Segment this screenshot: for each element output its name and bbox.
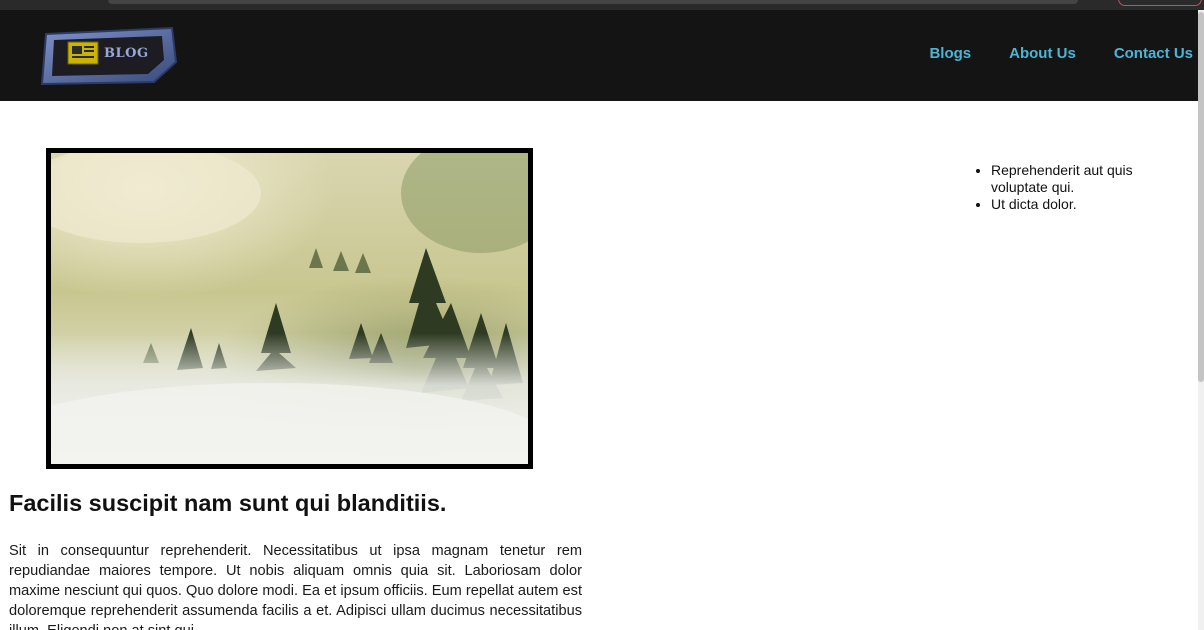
logo-text: BLOG <box>104 46 149 61</box>
main-nav: Blogs About Us Contact Us <box>929 45 1193 62</box>
post-hero-image <box>46 148 533 469</box>
profile-button[interactable] <box>1118 0 1202 6</box>
nav-contact-us-link[interactable]: Contact Us <box>1114 45 1193 62</box>
blog-logo[interactable]: BLOG <box>38 24 178 86</box>
sidebar-list-item: Reprehenderit aut quis voluptate qui. <box>991 162 1181 196</box>
post-body-text: Sit in consequuntur reprehenderit. Neces… <box>9 543 582 630</box>
nav-blogs-link[interactable]: Blogs <box>929 45 971 62</box>
browser-chrome-strip <box>0 0 1204 10</box>
top-navbar: BLOG Blogs About Us Contact Us <box>0 10 1198 101</box>
post-title: Facilis suscipit nam sunt qui blanditiis… <box>9 490 447 516</box>
foggy-forest-image <box>51 153 528 464</box>
nav-about-us-link[interactable]: About Us <box>1009 45 1076 62</box>
page-scrollbar-thumb[interactable] <box>1198 12 1204 382</box>
address-bar[interactable] <box>108 0 1078 4</box>
sidebar-list: Reprehenderit aut quis voluptate qui. Ut… <box>973 162 1181 213</box>
sidebar-list-item: Ut dicta dolor. <box>991 196 1181 213</box>
